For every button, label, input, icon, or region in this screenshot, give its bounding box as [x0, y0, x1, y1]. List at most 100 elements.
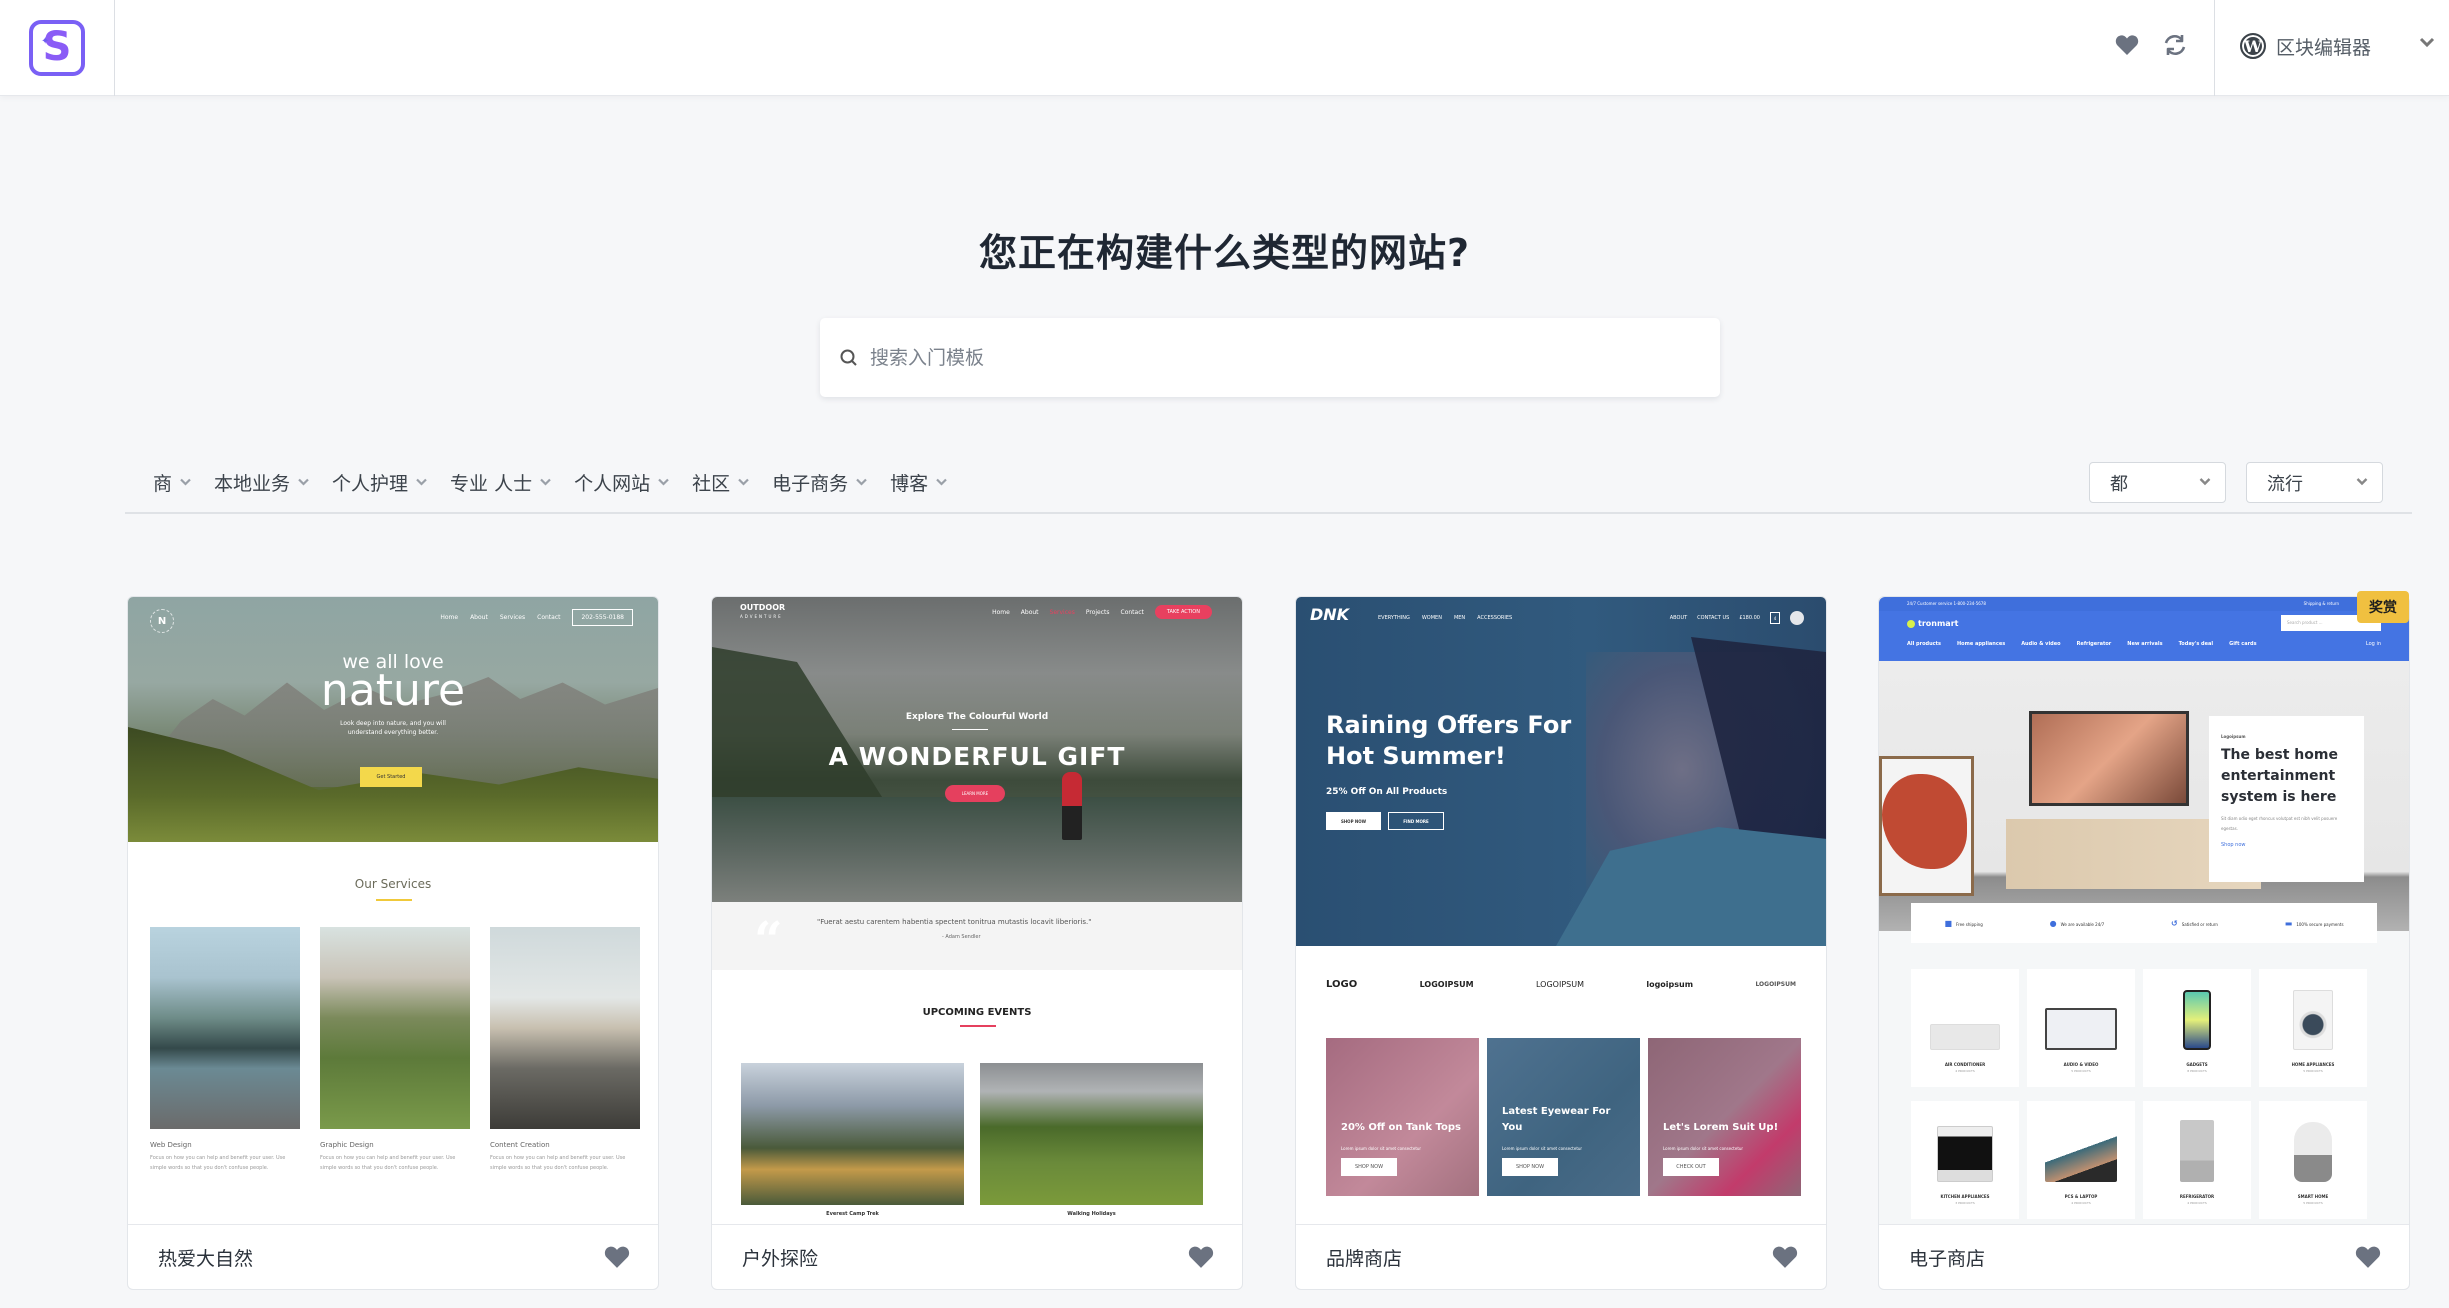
category-tile: KITCHEN APPLIANCES 3 PRODUCTS — [1911, 1101, 2019, 1219]
favorite-heart-icon[interactable] — [1188, 1245, 1214, 1269]
card-footer: 品牌商店 — [1296, 1224, 1826, 1289]
wordpress-icon: W — [2240, 33, 2266, 59]
hero-cta-primary: SHOP NOW — [1326, 812, 1381, 830]
template-card[interactable]: 奖赏 24/7 Customer service 1-800-234-5678 … — [1878, 591, 2410, 1290]
template-search[interactable] — [820, 318, 1720, 397]
template-preview[interactable]: OUTDOOR ADVENTURE Home About Services Pro… — [712, 597, 1242, 1224]
event-image — [980, 1063, 1203, 1205]
search-input[interactable] — [870, 346, 1690, 369]
page-builder-selector[interactable]: W 区块编辑器 — [2240, 26, 2435, 66]
hero-subhead: 25% Off On All Products — [1326, 787, 1448, 797]
sync-button[interactable] — [2160, 30, 2190, 60]
heart-icon — [2115, 35, 2139, 55]
site-logo: OUTDOOR ADVENTURE — [740, 603, 786, 619]
cart-icon: 4 — [1770, 612, 1780, 624]
sparkle-icon: ✦ — [41, 36, 50, 47]
hero-kicker: Explore The Colourful World — [905, 712, 1049, 722]
card-footer: 热爱大自然 — [128, 1224, 658, 1289]
hero-cta: LEARN MORE — [945, 785, 1005, 802]
hero-cta-secondary: FIND MORE — [1388, 812, 1444, 830]
preview-nav: Home About Services Contact 202-555-0188 — [440, 609, 633, 626]
promo-tile: 20% Off on Tank Tops Lorem ipsum dolor s… — [1326, 1038, 1479, 1196]
premium-badge: 奖赏 — [2357, 591, 2409, 623]
service-item: Content Creation Focus on how you can he… — [490, 927, 640, 1173]
favorite-heart-icon[interactable] — [2355, 1245, 2381, 1269]
category-tile: SMART HOME 5 PRODUCTS — [2259, 1101, 2367, 1219]
top-header: ✦ S W 区块编辑器 — [0, 0, 2449, 96]
wall-art — [1879, 756, 1974, 896]
hero-headline: nature — [320, 665, 466, 716]
hero-headline: Raining Offers For Hot Summer! — [1326, 711, 1572, 770]
template-preview[interactable]: N Home About Services Contact 202-555-01… — [128, 597, 658, 1224]
template-preview[interactable]: 24/7 Customer service 1-800-234-5678 Shi… — [1879, 597, 2409, 1224]
category-local-business[interactable]: 本地业务 — [214, 469, 309, 496]
chevron-down-icon — [2356, 477, 2368, 486]
page-builder-label: 区块编辑器 — [2276, 36, 2372, 59]
category-tile: REFRIGERATOR 4 PRODUCTS — [2143, 1101, 2251, 1219]
preview-login: Log in — [2365, 641, 2381, 647]
site-logo: N — [150, 609, 174, 633]
header-divider — [2214, 0, 2215, 96]
type-filter-select[interactable]: 都 — [2089, 462, 2226, 503]
template-card[interactable]: N Home About Services Contact 202-555-01… — [127, 596, 659, 1290]
category-tile: AUDIO & VIDEO 5 PRODUCTS — [2027, 969, 2135, 1087]
page-title: 您正在构建什么类型的网站? — [978, 231, 1471, 275]
card-footer: 户外探险 — [712, 1224, 1242, 1289]
event-title: Everest Camp Trek — [826, 1211, 879, 1217]
template-name: 电子商店 — [1909, 1248, 1986, 1270]
template-name: 户外探险 — [742, 1248, 819, 1270]
app-logo[interactable]: ✦ S — [0, 0, 115, 96]
category-ecommerce[interactable]: 电子商务 — [772, 469, 867, 496]
event-image — [741, 1063, 964, 1205]
template-name: 品牌商店 — [1326, 1248, 1403, 1270]
hero-tagline: Look deep into nature, and you will unde… — [340, 720, 446, 736]
preview-nav: EVERYTHING WOMEN MEN ACCESSORIES — [1378, 615, 1513, 621]
preview-nav: All products Home appliances Audio & vid… — [1907, 641, 2257, 647]
site-logo: DNK — [1310, 605, 1350, 624]
category-personal-website[interactable]: 个人网站 — [574, 469, 669, 496]
quote-section: “ "Fuerat aestu carentem habentia specte… — [712, 902, 1242, 970]
site-logo: tronmart — [1907, 619, 1958, 628]
section-underline — [376, 899, 412, 901]
template-card[interactable]: OUTDOOR ADVENTURE Home About Services Pro… — [711, 596, 1243, 1290]
starter-templates-logo-icon: ✦ S — [29, 20, 85, 76]
sort-select[interactable]: 流行 — [2246, 462, 2383, 503]
category-community[interactable]: 社区 — [692, 469, 749, 496]
filter-bar: 商 本地业务 个人护理 专业 人士 个人网站 社区 电子商务 博客 都 流行 — [125, 460, 2412, 514]
category-tile: AIR CONDITIONER 4 PRODUCTS — [1911, 969, 2019, 1087]
category-grid: AIR CONDITIONER 4 PRODUCTS AUDIO & VIDEO 5… — [1911, 969, 2377, 1219]
refresh-icon — [2164, 34, 2186, 56]
category-tile: PCS & LAPTOP 4 PRODUCTS — [2027, 1101, 2135, 1219]
preview-nav: Home About Services Projects Contact TAK… — [992, 605, 1212, 619]
chevron-down-icon — [540, 478, 551, 486]
category-list: 商 本地业务 个人护理 专业 人士 个人网站 社区 电子商务 博客 — [153, 460, 970, 504]
category-blog[interactable]: 博客 — [890, 469, 947, 496]
category-business[interactable]: 商 — [153, 469, 191, 496]
promo-tile: Latest Eyewear For You Lorem ipsum dolor… — [1487, 1038, 1640, 1196]
favorite-heart-icon[interactable] — [604, 1245, 630, 1269]
service-item: Web Design Focus on how you can help and… — [150, 927, 300, 1173]
service-image — [320, 927, 470, 1129]
section-title: UPCOMING EVENTS — [922, 1007, 1032, 1018]
category-tile: GADGETS 8 PRODUCTS — [2143, 969, 2251, 1087]
section-underline — [960, 1025, 996, 1027]
template-card[interactable]: DNK EVERYTHING WOMEN MEN ACCESSORIES ABO… — [1295, 596, 1827, 1290]
service-image — [150, 927, 300, 1129]
lake-shape — [712, 797, 1242, 902]
favorites-button[interactable] — [2112, 30, 2142, 60]
category-professionals[interactable]: 专业 人士 — [450, 469, 551, 496]
hero-image: Logoipsum The best home entertainment sy… — [1879, 661, 2409, 931]
favorite-heart-icon[interactable] — [1772, 1245, 1798, 1269]
category-personal-care[interactable]: 个人护理 — [332, 469, 427, 496]
hero-panel: Logoipsum The best home entertainment sy… — [2209, 716, 2364, 882]
chevron-down-icon — [2419, 37, 2435, 48]
service-item: Graphic Design Focus on how you can help… — [320, 927, 470, 1173]
template-preview[interactable]: DNK EVERYTHING WOMEN MEN ACCESSORIES ABO… — [1296, 597, 1826, 1224]
preview-header: tronmart Search product ... All products… — [1879, 611, 2409, 661]
account-avatar — [1790, 611, 1804, 625]
chevron-down-icon — [180, 478, 191, 486]
template-name: 热爱大自然 — [158, 1248, 254, 1270]
section-title: Our Services — [354, 877, 432, 891]
search-icon — [840, 349, 857, 366]
brand-logos: LOGO LOGOIPSUM LOGOIPSUM logoipsum LOGOI… — [1326, 979, 1796, 990]
